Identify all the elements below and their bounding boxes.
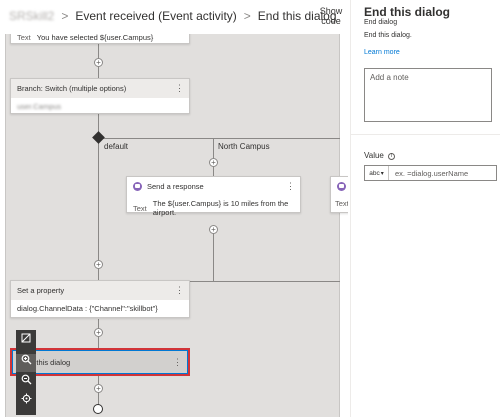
flow-end-icon — [93, 404, 103, 414]
text-label: Text — [335, 199, 348, 208]
send-response-title: Send a response — [147, 182, 204, 191]
add-action-button[interactable]: + — [209, 158, 218, 167]
info-icon[interactable]: i — [388, 153, 396, 160]
breadcrumb: SRSkill2 > Event received (Event activit… — [9, 9, 337, 23]
set-property-value: dialog.ChannelData : {"Channel":"skillbo… — [17, 304, 158, 313]
panel-title: End this dialog — [364, 5, 450, 19]
set-property-title: Set a property — [17, 286, 65, 295]
breadcrumb-separator: > — [243, 9, 251, 23]
more-options-icon[interactable]: ⋮ — [175, 82, 184, 94]
add-action-button[interactable]: + — [94, 384, 103, 393]
value-field[interactable]: abc ▾ ex. =dialog.userName — [364, 165, 497, 181]
value-label: Value i — [364, 151, 396, 160]
switch-node-header: Branch: Switch (multiple options) ⋮ — [11, 79, 189, 98]
type-chip-label: abc — [369, 169, 380, 177]
text-label: Text — [133, 203, 147, 213]
show-code-button[interactable]: Show code — [317, 6, 345, 26]
dialog-canvas[interactable]: Text You have selected ${user.Campus} + … — [0, 34, 348, 417]
send-response-node[interactable]: Send a response ⋮ Text The ${user.Campus… — [126, 176, 301, 217]
type-selector[interactable]: abc ▾ — [365, 166, 389, 180]
branch-label-default: default — [104, 142, 129, 151]
send-response-header: Send a response ⋮ — [127, 177, 300, 196]
breadcrumb-header: SRSkill2 > Event received (Event activit… — [0, 0, 348, 34]
switch-node[interactable]: Branch: Switch (multiple options) ⋮ user… — [10, 78, 190, 114]
center-view-icon[interactable] — [16, 393, 36, 411]
breadcrumb-bot-name[interactable]: SRSkill2 — [9, 9, 54, 23]
set-property-header: Set a property ⋮ — [11, 281, 189, 300]
add-action-button[interactable]: + — [94, 328, 103, 337]
chevron-down-icon: ▾ — [380, 170, 384, 177]
note-textarea[interactable]: Add a note — [364, 68, 492, 122]
breadcrumb-trigger[interactable]: Event received (Event activity) — [75, 9, 236, 23]
zoom-out-icon[interactable] — [16, 374, 36, 392]
text-label: Text — [17, 34, 31, 42]
set-property-node[interactable]: Set a property ⋮ dialog.ChannelData : {"… — [10, 280, 190, 318]
send-response-icon — [337, 182, 346, 191]
more-options-icon[interactable]: ⋮ — [175, 284, 184, 296]
connector-line — [213, 242, 214, 282]
value-input-placeholder[interactable]: ex. =dialog.userName — [389, 169, 468, 178]
send-response-node-partial[interactable]: Text You have selected ${user.Campus} — [10, 34, 190, 44]
zoom-toolbar — [16, 330, 36, 415]
panel-subtitle: End dialog — [364, 19, 398, 26]
branch-connector — [98, 138, 340, 139]
add-action-button[interactable]: + — [94, 260, 103, 269]
value-label-text: Value — [364, 151, 384, 160]
panel-description: End this dialog. — [364, 32, 412, 39]
send-response-icon — [133, 182, 142, 191]
fit-view-icon[interactable] — [16, 332, 36, 350]
breadcrumb-separator: > — [61, 9, 69, 23]
property-panel: End this dialog End dialog End this dial… — [350, 0, 500, 417]
branch-label-north-campus: North Campus — [218, 142, 270, 151]
selection-highlight — [10, 348, 190, 376]
response-text: The ${user.Campus} is 10 miles from the … — [152, 199, 289, 217]
learn-more-link[interactable]: Learn more — [364, 49, 400, 56]
switch-condition: user.Campus — [17, 102, 62, 111]
more-options-icon[interactable]: ⋮ — [286, 180, 295, 192]
add-action-button[interactable]: + — [209, 225, 218, 234]
zoom-in-icon[interactable] — [16, 354, 36, 372]
switch-node-title: Branch: Switch (multiple options) — [17, 84, 127, 93]
response-text: You have selected ${user.Campus} — [36, 34, 154, 42]
send-response-node-offscreen[interactable]: Text — [330, 176, 348, 213]
add-action-button[interactable]: + — [94, 58, 103, 67]
panel-divider — [351, 134, 500, 135]
